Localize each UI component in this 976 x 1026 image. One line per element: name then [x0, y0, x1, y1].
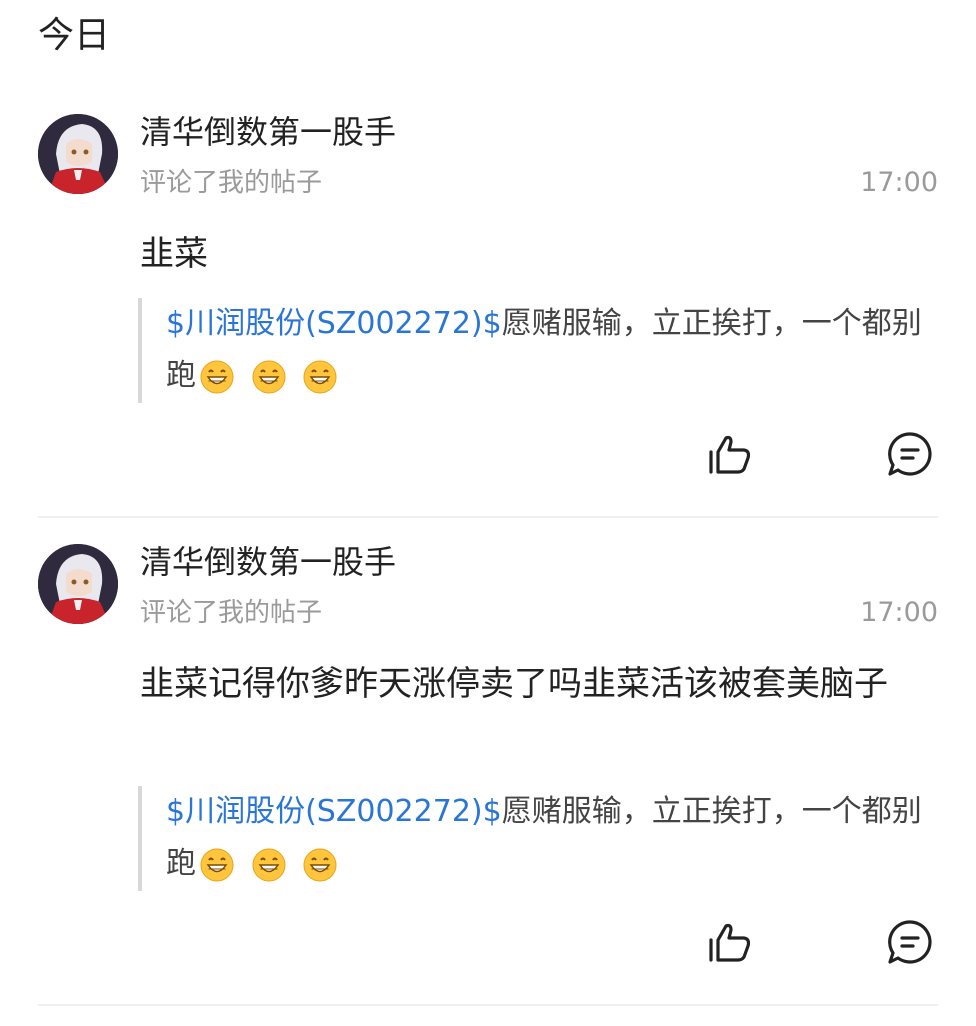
notification-card[interactable]: 清华倒数第一股手 评论了我的帖子 17:00 韭菜记得你爹昨天涨停卖了吗韭菜活该… [0, 540, 976, 1026]
quoted-post[interactable]: $川润股份(SZ002272)$愿赌服输，立正挨打，一个都别跑 [138, 786, 928, 891]
section-title-today: 今日 [38, 15, 111, 56]
comment-text: 韭菜记得你爹昨天涨停卖了吗韭菜活该被套美脑子 [140, 664, 888, 704]
action-text: 评论了我的帖子 [140, 598, 323, 628]
reply-button[interactable] [886, 918, 934, 966]
emoji-group [200, 839, 345, 891]
notification-card[interactable]: 清华倒数第一股手 评论了我的帖子 17:00 韭菜 $川润股份(SZ002272… [0, 110, 976, 596]
action-text: 评论了我的帖子 [140, 168, 323, 198]
comment-text: 韭菜 [140, 234, 208, 274]
grin-emoji [252, 848, 286, 882]
stock-link[interactable]: $川润股份(SZ002272)$ [166, 794, 502, 829]
chat-bubble-icon [888, 432, 932, 476]
timestamp: 17:00 [860, 597, 938, 628]
reply-button[interactable] [886, 430, 934, 478]
chat-bubble-icon [888, 920, 932, 964]
thumbs-up-icon [709, 435, 751, 474]
like-button[interactable] [706, 918, 754, 966]
grin-emoji [200, 360, 234, 394]
timestamp: 17:00 [860, 167, 938, 198]
grin-emoji [252, 360, 286, 394]
grin-emoji [200, 848, 234, 882]
divider [38, 516, 938, 518]
quoted-post[interactable]: $川润股份(SZ002272)$愿赌服输，立正挨打，一个都别跑 [138, 298, 928, 403]
avatar[interactable] [38, 114, 118, 194]
thumbs-up-icon [709, 923, 751, 962]
grin-emoji [303, 360, 337, 394]
like-button[interactable] [706, 430, 754, 478]
username[interactable]: 清华倒数第一股手 [140, 540, 396, 584]
stock-link[interactable]: $川润股份(SZ002272)$ [166, 306, 502, 341]
emoji-group [200, 351, 345, 403]
divider [38, 1004, 938, 1006]
avatar[interactable] [38, 544, 118, 624]
username[interactable]: 清华倒数第一股手 [140, 110, 396, 154]
grin-emoji [303, 848, 337, 882]
